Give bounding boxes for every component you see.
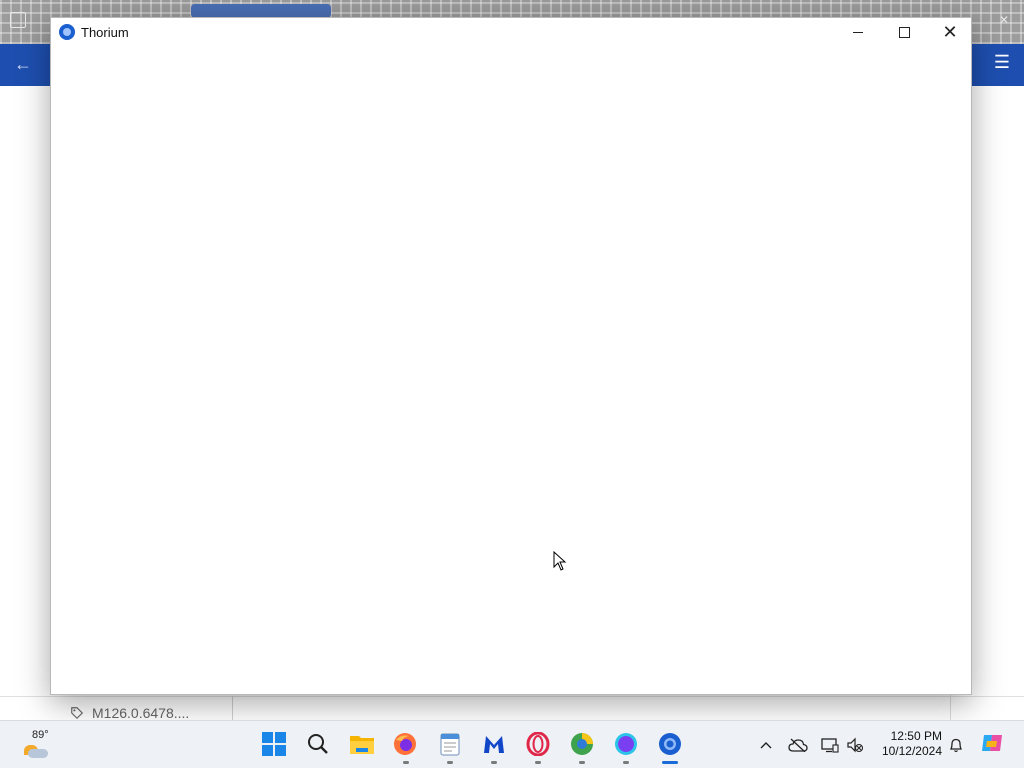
taskbar-clock[interactable]: 12:50 PM 10/12/2024 [876, 729, 942, 759]
start-button[interactable] [261, 731, 287, 757]
malwarebytes-button[interactable] [481, 731, 507, 757]
window-content[interactable] [51, 46, 971, 694]
background-divider-line [0, 696, 1024, 697]
notepad-button[interactable] [437, 731, 463, 757]
minimize-icon [853, 31, 863, 33]
search-button[interactable] [305, 731, 331, 757]
purple-app-running-indicator [623, 761, 629, 764]
opera-running-indicator [535, 761, 541, 764]
background-tab[interactable] [191, 4, 331, 18]
taskbar: 89° 12:50 PM 10/12/2024 [0, 720, 1024, 768]
malwarebytes-running-indicator [491, 761, 497, 764]
network-tray-button[interactable] [820, 735, 840, 755]
firefox-button[interactable] [392, 731, 418, 757]
hamburger-menu-icon[interactable]: ☰ [994, 52, 1010, 73]
opera-icon [526, 732, 550, 756]
folder-icon [350, 736, 374, 754]
purple-app-button[interactable] [613, 731, 639, 757]
maximize-button[interactable] [881, 18, 927, 46]
close-button[interactable]: ✕ [927, 18, 973, 46]
back-arrow-icon[interactable]: ← [14, 54, 32, 75]
window-title: Thorium [81, 25, 129, 40]
version-text: M126.0.6478.... [92, 705, 190, 721]
mouse-cursor-icon [553, 551, 567, 571]
notifications-button[interactable] [948, 735, 964, 755]
opera-button[interactable] [525, 731, 551, 757]
weather-temperature: 89° [32, 729, 49, 741]
malwarebytes-icon [484, 736, 504, 753]
minimize-button[interactable] [835, 18, 881, 46]
firefox-running-indicator [403, 761, 409, 764]
onedrive-tray-button[interactable] [788, 735, 808, 755]
copilot-button[interactable] [980, 733, 1004, 753]
window-titlebar[interactable]: Thorium ✕ [51, 18, 971, 46]
cloud-offline-icon [788, 738, 808, 752]
browser-button[interactable] [569, 731, 595, 757]
weather-widget[interactable]: 89° [18, 727, 58, 763]
version-label: M126.0.6478.... [70, 705, 189, 721]
tag-icon [71, 707, 84, 720]
cloud-icon [28, 749, 48, 758]
bell-icon [949, 738, 963, 753]
thorium-icon [59, 24, 75, 40]
maximize-icon [898, 26, 910, 38]
background-column-divider [232, 696, 233, 720]
volume-tray-button[interactable] [846, 735, 864, 755]
close-icon: ✕ [942, 22, 958, 42]
windows-logo-icon [262, 732, 286, 756]
clock-time: 12:50 PM [890, 729, 942, 743]
browser-icon [571, 733, 593, 755]
show-hidden-icons-button[interactable] [758, 735, 774, 755]
firefox-icon [394, 733, 416, 755]
copilot-icon [982, 735, 1002, 751]
browser-running-indicator [579, 761, 585, 764]
chevron-up-icon [760, 742, 772, 749]
notepad-icon [440, 733, 460, 756]
thorium-window[interactable]: Thorium ✕ [50, 17, 972, 695]
thorium-taskbar-icon [659, 733, 681, 755]
background-close-icon[interactable]: ✕ [996, 12, 1012, 28]
purple-circle-icon [615, 733, 637, 755]
background-window-icon [10, 12, 26, 28]
network-monitor-icon [821, 738, 839, 753]
notepad-running-indicator [447, 761, 453, 764]
volume-muted-icon [847, 737, 864, 753]
clock-date: 10/12/2024 [881, 744, 942, 758]
thorium-taskbar-button[interactable] [657, 731, 683, 757]
search-icon [308, 734, 328, 754]
file-explorer-button[interactable] [349, 731, 375, 757]
thorium-active-indicator [662, 761, 678, 764]
